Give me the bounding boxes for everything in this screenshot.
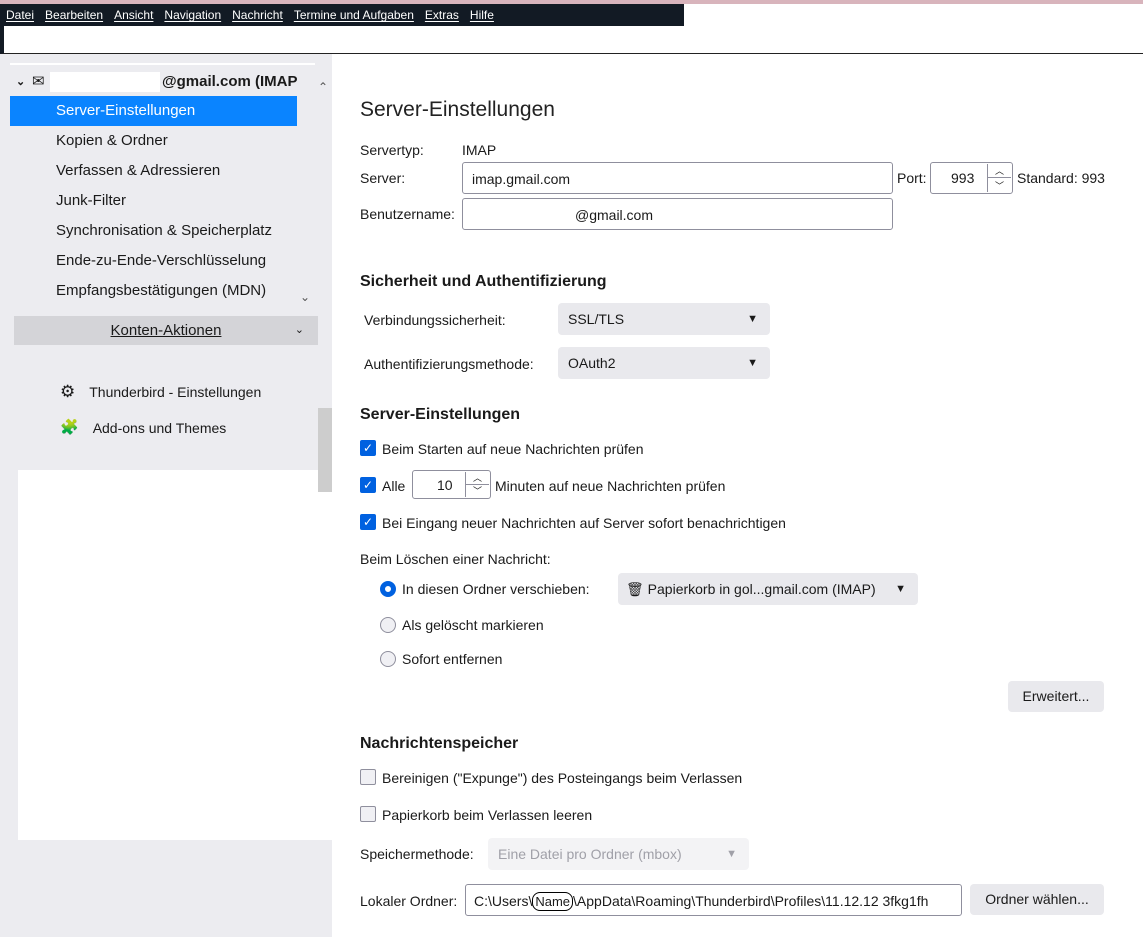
- redacted-address: [50, 72, 160, 92]
- account-name: @gmail.com (IMAP: [162, 73, 298, 90]
- menu-extras[interactable]: Extras: [425, 8, 459, 22]
- storage-heading: Nachrichtenspeicher: [360, 735, 519, 752]
- local-path-username: Name: [532, 892, 574, 911]
- remove-now-radio[interactable]: [380, 651, 396, 667]
- username-input[interactable]: @gmail.com: [462, 198, 893, 230]
- sidebar-item-sync[interactable]: Synchronisation & Speicherplatz: [10, 216, 297, 246]
- port-standard: Standard: 993: [1017, 170, 1105, 186]
- chevron-down-icon: ▼: [747, 357, 758, 369]
- local-folder-label: Lokaler Ordner:: [360, 893, 458, 909]
- storage-method-label: Speichermethode:: [360, 846, 474, 862]
- chevron-down-icon[interactable]: ⌄: [16, 68, 25, 96]
- mail-icon: ✉: [32, 73, 45, 90]
- sidebar-item-server[interactable]: Server-Einstellungen: [10, 96, 297, 126]
- spin-up-icon[interactable]: ︿: [988, 164, 1011, 178]
- menu-bearbeiten[interactable]: Bearbeiten: [45, 8, 103, 22]
- scroll-down-icon[interactable]: ⌄: [300, 290, 310, 304]
- empty-trash-label: Papierkorb beim Verlassen leeren: [382, 807, 593, 823]
- spin-down-icon[interactable]: ﹀: [988, 178, 1011, 192]
- settings-label: Thunderbird - Einstellungen: [89, 384, 262, 400]
- auth-method-value: OAuth2: [568, 355, 616, 371]
- local-path-suffix: \AppData\Roaming\Thunderbird\Profiles\11…: [573, 893, 929, 909]
- storage-method-value: Eine Datei pro Ordner (mbox): [498, 846, 682, 862]
- remove-now-label: Sofort entfernen: [402, 651, 503, 667]
- connection-security-select[interactable]: SSL/TLS ▼: [558, 303, 770, 335]
- empty-trash-checkbox[interactable]: [360, 806, 376, 822]
- chevron-down-icon: ⌄: [294, 324, 304, 336]
- menu-termine[interactable]: Termine und Aufgaben: [294, 8, 414, 22]
- gear-icon: ⚙: [60, 382, 76, 401]
- scroll-up-icon[interactable]: ⌃: [318, 80, 328, 94]
- move-to-label: In diesen Ordner verschieben:: [402, 581, 590, 597]
- account-row[interactable]: ⌄ ✉ @gmail.com (IMAP: [10, 68, 300, 96]
- advanced-button[interactable]: Erweitert...: [1008, 681, 1104, 712]
- servertype-label: Servertyp:: [360, 142, 424, 158]
- trash-icon: 🗑: [626, 581, 644, 597]
- check-every-suffix: Minuten auf neue Nachrichten prüfen: [495, 478, 726, 494]
- menu-bar: Datei Bearbeiten Ansicht Navigation Nach…: [0, 4, 684, 26]
- sidebar-empty-area: [18, 470, 332, 840]
- thunderbird-settings-link[interactable]: ⚙ Thunderbird - Einstellungen: [60, 380, 261, 404]
- account-actions-label: Konten-Aktionen: [110, 322, 222, 339]
- expunge-label: Bereinigen ("Expunge") des Posteingangs …: [382, 770, 743, 786]
- sidebar-item-compose[interactable]: Verfassen & Adressieren: [10, 156, 297, 186]
- chevron-down-icon: ▼: [895, 583, 906, 595]
- addons-link[interactable]: 🧩 Add-ons und Themes: [60, 416, 226, 440]
- menu-navigation[interactable]: Navigation: [164, 8, 221, 22]
- sidebar-item-junk[interactable]: Junk-Filter: [10, 186, 297, 216]
- notify-checkbox[interactable]: ✓: [360, 514, 376, 530]
- spin-up-icon[interactable]: ︿: [466, 472, 489, 485]
- connection-security-label: Verbindungssicherheit:: [364, 312, 506, 328]
- check-every-checkbox[interactable]: ✓: [360, 477, 376, 493]
- menu-ansicht[interactable]: Ansicht: [114, 8, 153, 22]
- trash-folder-select[interactable]: 🗑 Papierkorb in gol...gmail.com (IMAP) ▼: [618, 573, 918, 605]
- choose-folder-button[interactable]: Ordner wählen...: [970, 884, 1104, 915]
- menu-datei[interactable]: Datei: [6, 8, 34, 22]
- notify-label: Bei Eingang neuer Nachrichten auf Server…: [382, 515, 786, 531]
- toolbar: [0, 26, 1143, 54]
- storage-method-select: Eine Datei pro Ordner (mbox) ▼: [488, 838, 749, 870]
- local-folder-input[interactable]: C:\Users\ Name \AppData\Roaming\Thunderbir…: [465, 884, 962, 916]
- server-settings-heading: Server-Einstellungen: [360, 406, 521, 423]
- move-to-radio[interactable]: [380, 581, 396, 597]
- menu-hilfe[interactable]: Hilfe: [470, 8, 494, 22]
- mark-deleted-radio[interactable]: [380, 617, 396, 633]
- auth-method-label: Authentifizierungsmethode:: [364, 356, 534, 372]
- connection-security-value: SSL/TLS: [568, 311, 625, 327]
- check-interval-stepper[interactable]: 10 ︿ ﹀: [412, 470, 491, 499]
- mark-deleted-label: Als gelöscht markieren: [402, 617, 544, 633]
- sidebar-item-copies[interactable]: Kopien & Ordner: [10, 126, 297, 156]
- auth-method-select[interactable]: OAuth2 ▼: [558, 347, 770, 379]
- scrollbar-thumb[interactable]: [318, 408, 332, 492]
- security-heading: Sicherheit und Authentifizierung: [360, 273, 607, 290]
- puzzle-icon: 🧩: [60, 419, 79, 436]
- account-actions-button[interactable]: Konten-Aktionen ⌄: [14, 316, 318, 345]
- expunge-checkbox[interactable]: [360, 769, 376, 785]
- username-label: Benutzername:: [360, 206, 455, 222]
- page-title: Server-Einstellungen: [360, 98, 555, 121]
- sidebar-item-mdn[interactable]: Empfangsbestätigungen (MDN): [10, 276, 297, 306]
- chevron-down-icon: ▼: [747, 313, 758, 325]
- delete-label: Beim Löschen einer Nachricht:: [360, 551, 551, 567]
- menu-nachricht[interactable]: Nachricht: [232, 8, 283, 22]
- sidebar-item-e2e[interactable]: Ende-zu-Ende-Verschlüsselung: [10, 246, 297, 276]
- port-label: Port:: [897, 170, 927, 186]
- addons-label: Add-ons und Themes: [92, 420, 227, 436]
- server-label: Server:: [360, 170, 406, 186]
- servertype-value: IMAP: [462, 142, 497, 158]
- check-startup-checkbox[interactable]: ✓: [360, 440, 376, 456]
- port-value: 993: [951, 170, 975, 186]
- local-path-prefix: C:\Users\: [474, 893, 533, 909]
- check-startup-label: Beim Starten auf neue Nachrichten prüfen: [382, 441, 644, 457]
- server-input[interactable]: imap.gmail.com: [462, 162, 893, 194]
- check-interval-value: 10: [437, 477, 453, 493]
- port-stepper[interactable]: 993 ︿ ﹀: [930, 162, 1013, 194]
- check-every-label: Alle: [382, 478, 406, 494]
- trash-folder-value: Papierkorb in gol...gmail.com (IMAP): [647, 581, 876, 597]
- spin-down-icon[interactable]: ﹀: [466, 485, 489, 498]
- chevron-down-icon: ▼: [726, 848, 737, 860]
